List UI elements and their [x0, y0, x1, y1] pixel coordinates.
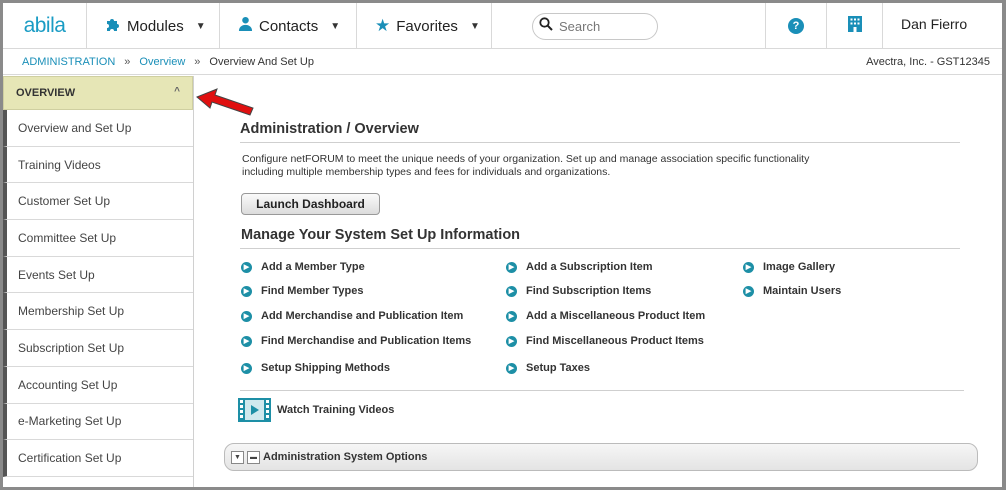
search-input[interactable]: Search: [532, 12, 658, 40]
link-add-merchandise-item[interactable]: ▶ Add Merchandise and Publication Item: [241, 310, 463, 322]
arrow-circle-icon: ▶: [506, 261, 517, 273]
puzzle-icon: [105, 16, 121, 37]
abila-logo[interactable]: abila: [3, 3, 87, 49]
breadcrumb-administration[interactable]: ADMINISTRATION: [22, 56, 115, 68]
divider: [240, 248, 960, 249]
breadcrumb-overview[interactable]: Overview: [139, 56, 185, 68]
arrow-circle-icon: ▶: [506, 362, 517, 374]
app-window: abila Modules ▼ Contacts ▼ ★ Favorites ▼: [3, 3, 1002, 487]
divider: [240, 390, 964, 391]
link-find-merchandise-items[interactable]: ▶ Find Merchandise and Publication Items: [241, 335, 471, 347]
sidebar-item-emarketing-setup[interactable]: e-Marketing Set Up: [3, 403, 193, 441]
arrow-circle-icon: ▶: [506, 310, 517, 322]
search-icon: [539, 17, 553, 35]
person-icon: [238, 16, 253, 36]
window-icon[interactable]: ▬: [247, 450, 260, 464]
sidebar-item-events-setup[interactable]: Events Set Up: [3, 256, 193, 294]
search-placeholder: Search: [559, 18, 601, 34]
page-description: Configure netFORUM to meet the unique ne…: [242, 153, 810, 178]
expand-icon[interactable]: ▼: [231, 450, 244, 464]
arrow-circle-icon: ▶: [241, 285, 252, 297]
chevron-down-icon: ▼: [195, 20, 206, 32]
sidebar-item-membership-setup[interactable]: Membership Set Up: [3, 293, 193, 331]
link-setup-shipping[interactable]: ▶ Setup Shipping Methods: [241, 362, 390, 374]
link-maintain-users[interactable]: ▶ Maintain Users: [743, 285, 841, 297]
sidebar-item-certification-setup[interactable]: Certification Set Up: [3, 440, 193, 477]
arrow-circle-icon: ▶: [743, 261, 754, 273]
arrow-circle-icon: ▶: [241, 362, 252, 374]
divider: [240, 142, 960, 143]
chevron-down-icon: ▼: [330, 20, 341, 32]
link-find-member-types[interactable]: ▶ Find Member Types: [241, 285, 363, 297]
modules-label: Modules: [127, 17, 184, 35]
link-setup-taxes[interactable]: ▶ Setup Taxes: [506, 362, 590, 374]
sidebar-item-training-videos[interactable]: Training Videos: [3, 146, 193, 184]
film-icon: [238, 398, 271, 422]
link-add-misc-product[interactable]: ▶ Add a Miscellaneous Product Item: [506, 310, 705, 322]
arrow-circle-icon: ▶: [241, 261, 252, 273]
arrow-circle-icon: ▶: [743, 285, 754, 297]
link-find-misc-products[interactable]: ▶ Find Miscellaneous Product Items: [506, 335, 704, 347]
arrow-circle-icon: ▶: [241, 310, 252, 322]
arrow-circle-icon: ▶: [506, 335, 517, 347]
sidebar-header-overview[interactable]: OVERVIEW ^: [3, 76, 193, 110]
favorites-menu[interactable]: ★ Favorites ▼: [357, 3, 492, 49]
link-find-subscription-items[interactable]: ▶ Find Subscription Items: [506, 285, 651, 297]
building-icon: [847, 15, 863, 38]
main-content: Administration / Overview Configure netF…: [224, 76, 978, 487]
chevron-up-icon: ^: [174, 86, 180, 97]
link-image-gallery[interactable]: ▶ Image Gallery: [743, 261, 835, 273]
sidebar-item-overview-setup[interactable]: Overview and Set Up: [3, 110, 193, 147]
page-title: Administration / Overview: [240, 121, 419, 137]
sidebar-item-committee-setup[interactable]: Committee Set Up: [3, 220, 193, 257]
watch-training-videos-link[interactable]: Watch Training Videos: [238, 398, 394, 422]
help-button[interactable]: ?: [765, 3, 827, 49]
administration-system-options-panel[interactable]: ▼ ▬ Administration System Options: [224, 443, 978, 471]
modules-menu[interactable]: Modules ▼: [87, 3, 220, 49]
options-title: Administration System Options: [263, 451, 428, 463]
favorites-label: Favorites: [396, 17, 458, 35]
link-add-member-type[interactable]: ▶ Add a Member Type: [241, 261, 365, 273]
sidebar-item-customer-setup[interactable]: Customer Set Up: [3, 183, 193, 221]
contacts-label: Contacts: [259, 17, 319, 35]
breadcrumb: ADMINISTRATION » Overview » Overview And…: [3, 50, 1002, 75]
sidebar-item-subscription-setup[interactable]: Subscription Set Up: [3, 330, 193, 367]
organization-button[interactable]: [827, 3, 883, 49]
star-icon: ★: [375, 16, 391, 35]
help-icon: ?: [788, 18, 804, 34]
chevron-down-icon: ▼: [469, 20, 480, 32]
search-area: Search: [492, 3, 662, 49]
arrow-circle-icon: ▶: [506, 285, 517, 297]
sidebar: OVERVIEW ^ Overview and Set Up Training …: [3, 76, 194, 487]
contacts-menu[interactable]: Contacts ▼: [220, 3, 357, 49]
sidebar-item-accounting-setup[interactable]: Accounting Set Up: [3, 366, 193, 404]
link-add-subscription-item[interactable]: ▶ Add a Subscription Item: [506, 261, 653, 273]
launch-dashboard-button[interactable]: Launch Dashboard: [241, 193, 380, 215]
section-title: Manage Your System Set Up Information: [241, 227, 521, 243]
user-menu[interactable]: Dan Fierro: [883, 3, 1002, 49]
organization-label: Avectra, Inc. - GST12345: [866, 56, 990, 68]
breadcrumb-current: Overview And Set Up: [209, 56, 314, 68]
arrow-circle-icon: ▶: [241, 335, 252, 347]
